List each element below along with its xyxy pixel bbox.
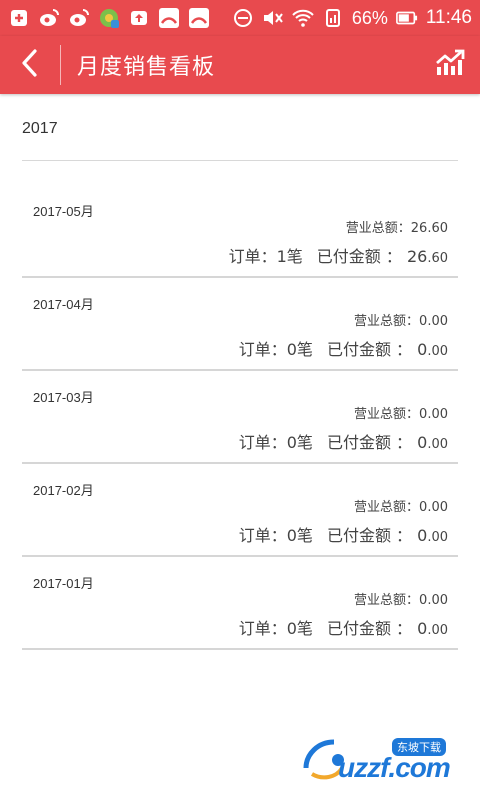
trend-chart-icon [434,49,466,81]
paid-value-int: 0 [417,526,428,545]
revenue-total: 营业总额：0.00 [354,496,448,515]
list-item[interactable]: 2017-05月 营业总额：26.60 订单：1笔 已付金额 ： 26.60 [22,185,458,278]
mute-icon [262,7,284,29]
paid-label: 已付金额 ： [316,247,402,266]
watermark-text: uzzf.com [338,752,451,783]
back-button[interactable] [0,36,60,94]
app-notification-icon [98,7,120,29]
page-title: 月度销售看板 [77,55,216,80]
paid-value-dec: .00 [427,530,448,545]
paid-value-dec: .60 [427,251,448,266]
orders-value: 1笔 [276,247,303,266]
month-name: 2017-02月 [33,483,94,498]
battery-percentage: 66% [351,7,388,28]
paid-value-dec: .00 [427,344,448,359]
app-notification-icon [188,7,210,29]
paid-label: 已付金额 ： [326,340,413,359]
revenue-total: 营业总额：0.00 [354,589,448,608]
paid-value-int: 0 [417,433,428,452]
year-label: 2017 [22,120,58,137]
month-list: 2017-05月 营业总额：26.60 订单：1笔 已付金额 ： 26.60 20… [22,185,458,650]
orders-label: 订单： [238,526,287,545]
weibo-icon [68,7,90,29]
order-summary: 订单：0笔 已付金额 ： 0.00 [239,615,448,639]
revenue-value: 0.00 [419,407,448,422]
month-name: 2017-05月 [33,204,94,219]
plus-box-icon [8,7,30,29]
paid-label: 已付金额 ： [326,619,413,638]
battery-icon [395,7,418,29]
paid-value-int: 26 [406,247,428,266]
order-summary: 订单：0笔 已付金额 ： 0.00 [239,336,448,360]
orders-value: 0笔 [286,526,313,545]
order-summary: 订单：1笔 已付金额 ： 26.60 [229,243,448,267]
divider [22,160,458,161]
status-bar: 66% 11:46 [0,0,480,36]
paid-label: 已付金额 ： [326,526,413,545]
orders-value: 0笔 [286,340,313,359]
revenue-value: 26.60 [410,221,448,236]
orders-label: 订单： [228,247,277,266]
sim-signal-icon [322,7,344,29]
orders-label: 订单： [238,433,287,452]
revenue-total: 营业总额：26.60 [346,217,448,236]
clock: 11:46 [425,7,472,28]
revenue-label: 营业总额： [354,593,420,608]
revenue-label: 营业总额： [345,221,411,236]
order-summary: 订单：0笔 已付金额 ： 0.00 [239,522,448,546]
do-not-disturb-icon [232,7,254,29]
weibo-icon [38,7,60,29]
app-bar: 月度销售看板 [0,36,480,94]
orders-value: 0笔 [286,619,313,638]
month-name: 2017-03月 [33,390,94,405]
paid-value-dec: .00 [427,437,448,452]
list-item[interactable]: 2017-02月 营业总额：0.00 订单：0笔 已付金额 ： 0.00 [22,464,458,557]
revenue-total: 营业总额：0.00 [354,310,448,329]
upload-box-icon [128,7,150,29]
revenue-value: 0.00 [419,500,448,515]
list-item[interactable]: 2017-01月 营业总额：0.00 订单：0笔 已付金额 ： 0.00 [22,557,458,650]
revenue-total: 营业总额：0.00 [354,403,448,422]
paid-value-int: 0 [417,619,428,638]
paid-value-dec: .00 [427,623,448,638]
wifi-icon [292,7,314,29]
revenue-label: 营业总额： [354,314,420,329]
paid-value-int: 0 [417,340,428,359]
list-item[interactable]: 2017-03月 营业总额：0.00 订单：0笔 已付金额 ： 0.00 [22,371,458,464]
month-name: 2017-04月 [33,297,94,312]
appbar-divider [60,45,61,85]
chevron-left-icon [20,48,40,82]
revenue-label: 营业总额： [354,500,420,515]
list-item[interactable]: 2017-04月 营业总额：0.00 订单：0笔 已付金额 ： 0.00 [22,278,458,371]
app-notification-icon [158,7,180,29]
orders-value: 0笔 [286,433,313,452]
order-summary: 订单：0笔 已付金额 ： 0.00 [239,429,448,453]
month-name: 2017-01月 [33,576,94,591]
status-notifications [8,7,210,29]
chart-button[interactable] [420,36,480,94]
revenue-value: 0.00 [419,593,448,608]
orders-label: 订单： [238,619,287,638]
paid-label: 已付金额 ： [326,433,413,452]
revenue-value: 0.00 [419,314,448,329]
revenue-label: 营业总额： [354,407,420,422]
status-system: 66% 11:46 [232,7,472,29]
orders-label: 订单： [238,340,287,359]
